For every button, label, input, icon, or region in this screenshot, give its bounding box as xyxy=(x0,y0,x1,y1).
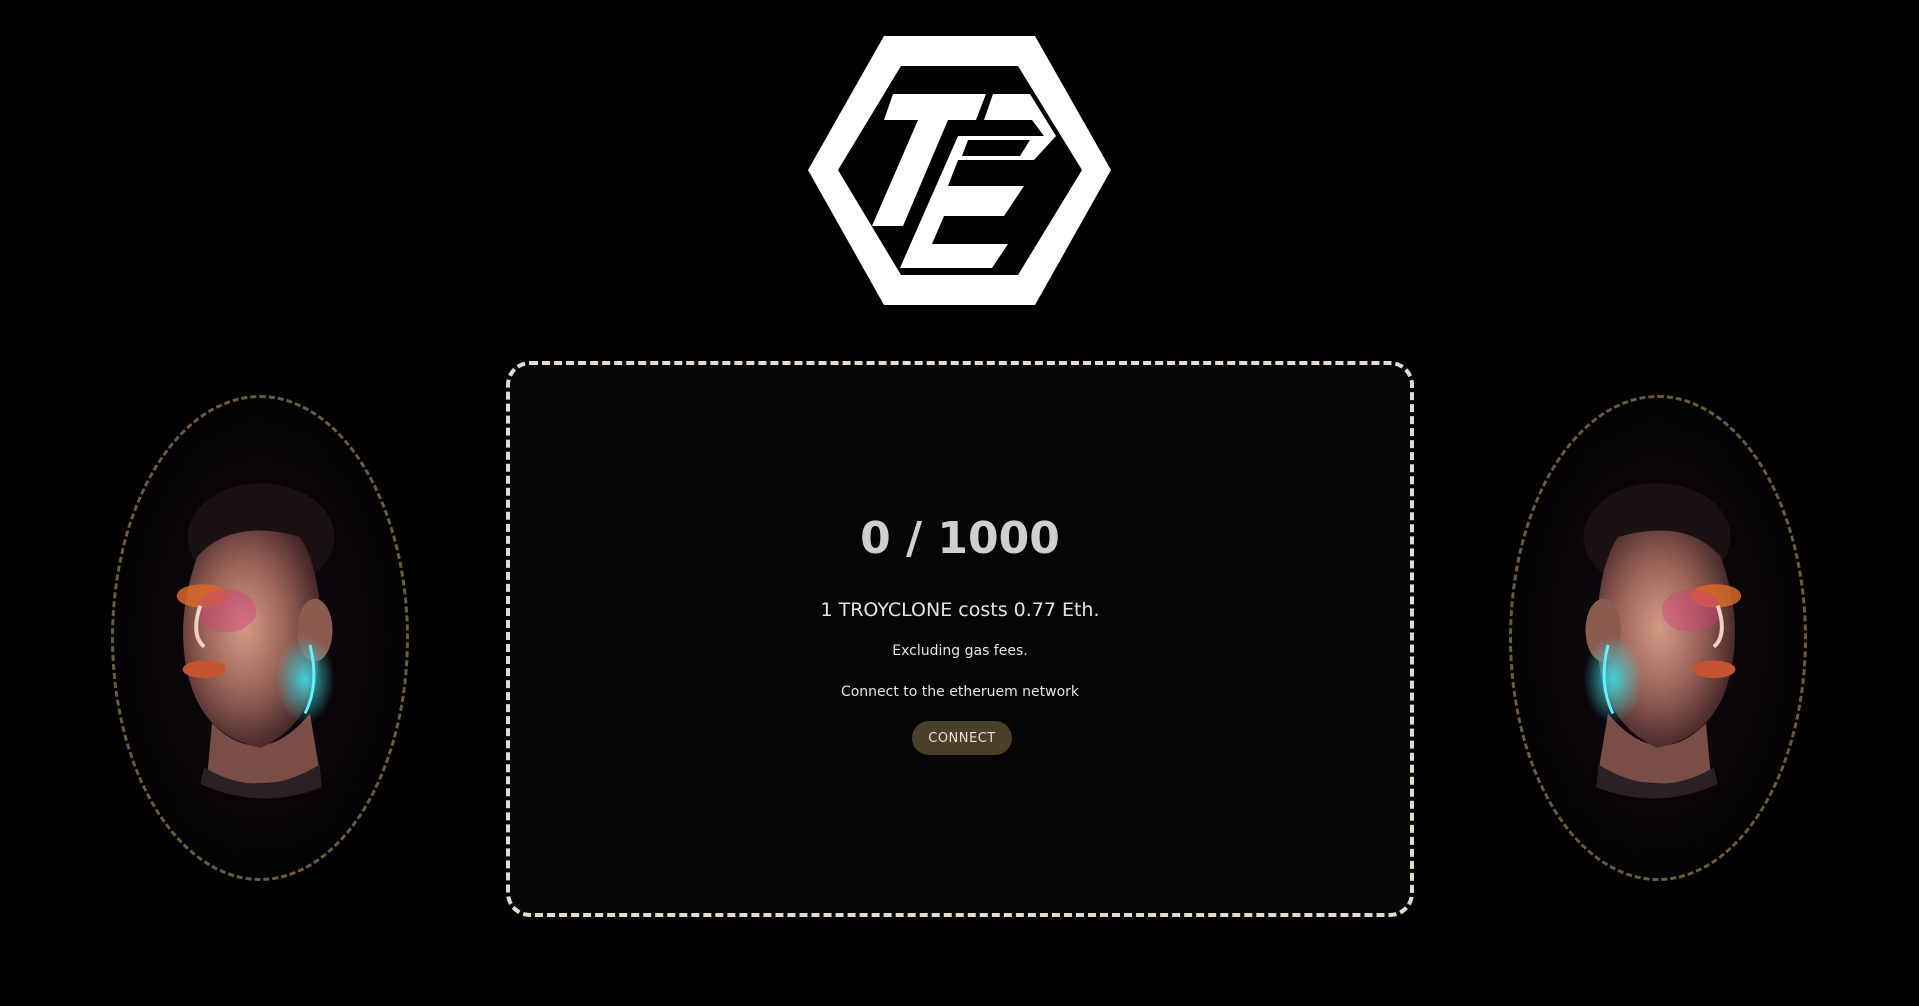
mint-price-text: 1 TROYCLONE costs 0.77 Eth. xyxy=(820,599,1100,621)
cyberpunk-face-portrait-icon xyxy=(1583,483,1742,799)
connect-wallet-button[interactable]: CONNECT xyxy=(912,721,1012,755)
hexagon-te-logo-icon xyxy=(808,36,1111,305)
portrait-left xyxy=(111,395,409,881)
minted-supply-counter: 0 / 1000 xyxy=(860,513,1060,564)
gas-fees-note: Excluding gas fees. xyxy=(892,643,1028,659)
cyberpunk-face-portrait-icon xyxy=(176,483,335,799)
mint-card: 0 / 1000 1 TROYCLONE costs 0.77 Eth. Exc… xyxy=(506,361,1414,917)
network-connect-note: Connect to the etheruem network xyxy=(840,684,1080,700)
mint-page: 0 / 1000 1 TROYCLONE costs 0.77 Eth. Exc… xyxy=(0,0,1919,1006)
portrait-right xyxy=(1509,395,1807,881)
